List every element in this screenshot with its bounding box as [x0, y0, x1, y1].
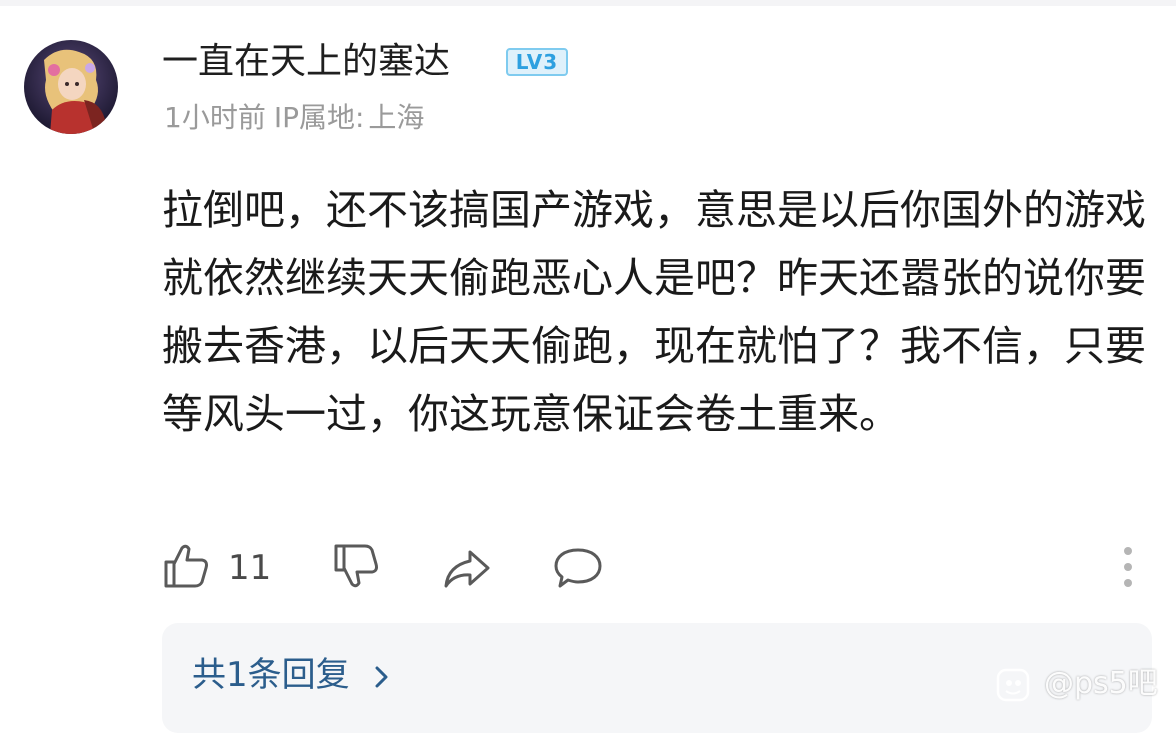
more-vertical-icon[interactable]: [1116, 545, 1140, 589]
post-time: 1小时前: [164, 101, 266, 134]
watermark: @ps5吧: [996, 662, 1158, 706]
avatar[interactable]: [24, 40, 118, 134]
ip-location: 上海: [368, 101, 425, 134]
view-replies-link[interactable]: 共1条回复: [192, 651, 390, 699]
level-badge: LV3: [506, 48, 568, 76]
username[interactable]: 一直在天上的塞达: [162, 38, 450, 86]
chevron-right-icon: [375, 666, 388, 687]
share-icon[interactable]: [440, 542, 492, 594]
watermark-text: @ps5吧: [1044, 666, 1158, 701]
thumbs-down-icon[interactable]: [330, 540, 382, 592]
comment-body: 拉倒吧，还不该搞国产游戏，意思是以后你国外的游戏就依然继续天天偷跑恶心人是吧？昨…: [162, 186, 1146, 438]
comment-icon[interactable]: [552, 542, 604, 594]
like-count: 11: [228, 548, 272, 588]
avatar-image: [24, 40, 118, 134]
tieba-logo-icon: [996, 668, 1030, 701]
ip-label: IP属地:: [273, 101, 365, 134]
comment-meta: 1小时前 IP属地: 上海: [164, 98, 424, 138]
view-replies-label: 共1条回复: [192, 655, 350, 695]
top-divider: [0, 0, 1176, 6]
thumbs-up-icon[interactable]: [160, 540, 212, 592]
